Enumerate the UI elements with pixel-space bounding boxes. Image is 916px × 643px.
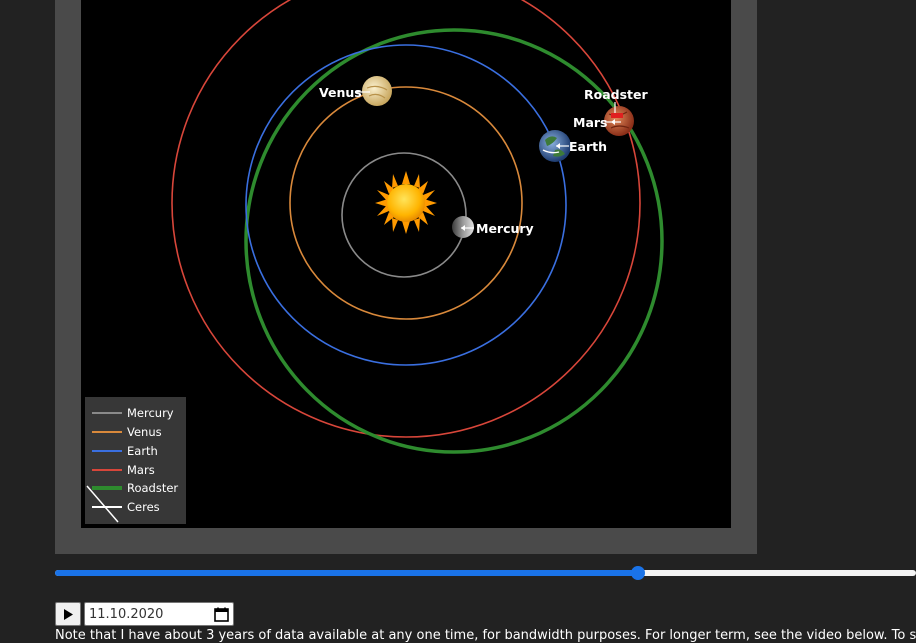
date-input[interactable]: 11.10.2020 [84,602,234,626]
play-button[interactable] [55,602,81,626]
legend-label-ceres: Ceres [127,500,160,514]
legend-label-earth: Earth [127,444,158,458]
earth-label: Earth [569,139,607,154]
slider-fill [55,570,638,576]
legend-label-mars: Mars [127,463,155,477]
slider-thumb[interactable] [631,566,645,580]
legend: Mercury Venus Earth Mars Roadster Ceres [85,397,186,524]
mars-planet-icon[interactable] [604,106,634,136]
earth-planet-icon[interactable] [539,130,571,162]
legend-label-mercury: Mercury [127,406,174,420]
legend-label-roadster: Roadster [127,481,178,495]
date-value: 11.10.2020 [89,606,164,622]
calendar-icon[interactable] [214,607,229,622]
roadster-label: Roadster [584,87,648,102]
mars-label: Mars [573,115,607,130]
mercury-planet-icon[interactable] [452,216,474,238]
orbit-plot[interactable]: Venus Mercury Earth Mars Roadster Mercur… [81,0,731,528]
mercury-label: Mercury [476,221,534,236]
sun-icon [375,171,437,234]
legend-label-venus: Venus [127,425,162,439]
play-icon [64,608,73,620]
date-slider[interactable] [55,565,916,581]
venus-label: Venus [319,85,362,100]
